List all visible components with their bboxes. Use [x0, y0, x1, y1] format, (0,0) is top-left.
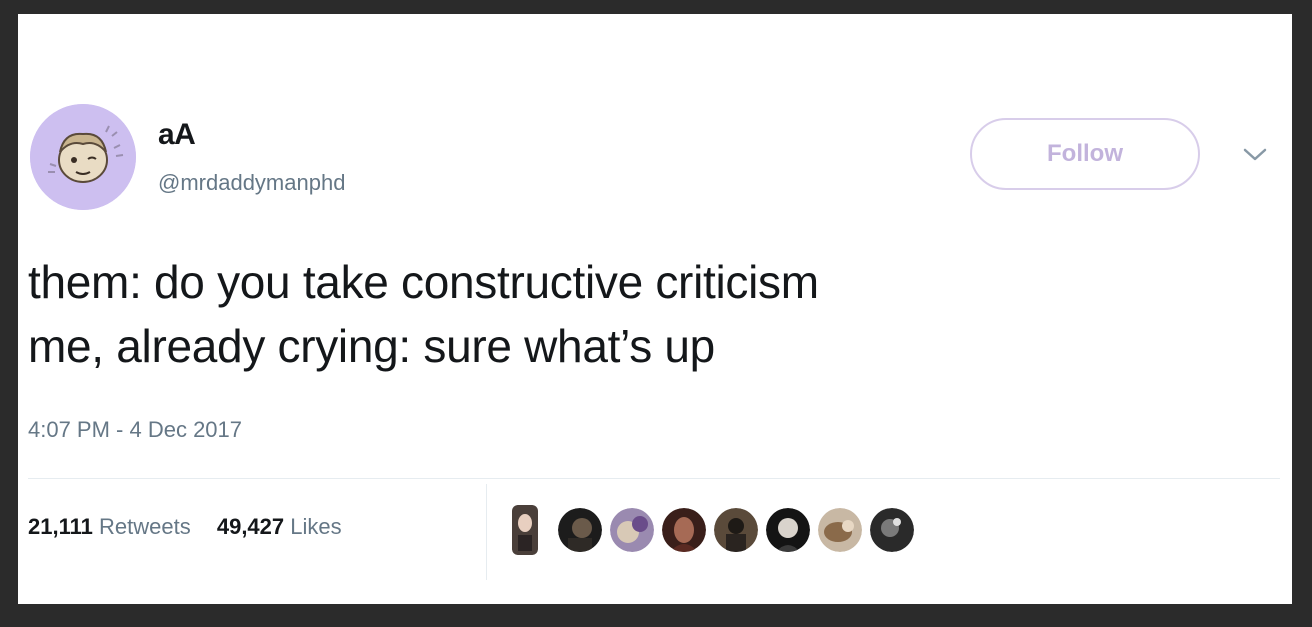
- liker-avatar[interactable]: [610, 508, 654, 552]
- liker-avatar[interactable]: [558, 508, 602, 552]
- stats-divider: [486, 484, 487, 580]
- user-handle[interactable]: @mrdaddymanphd: [158, 170, 345, 196]
- divider: [28, 478, 1280, 479]
- liker-avatar[interactable]: [766, 508, 810, 552]
- retweets-count: 21,111: [28, 514, 93, 539]
- liker-avatar[interactable]: [714, 508, 758, 552]
- liker-avatar[interactable]: [512, 505, 538, 555]
- liker-avatar[interactable]: [870, 508, 914, 552]
- display-name[interactable]: aA: [158, 118, 196, 152]
- avatar[interactable]: [30, 104, 136, 210]
- tweet-stats: 21,111 Retweets 49,427 Likes: [28, 514, 362, 540]
- tweet-text-line: me, already crying: sure what’s up: [28, 320, 715, 372]
- tweet-timestamp[interactable]: 4:07 PM - 4 Dec 2017: [28, 417, 242, 443]
- liker-avatars: [512, 504, 922, 556]
- likes-stat[interactable]: 49,427 Likes: [217, 514, 342, 540]
- follow-button[interactable]: Follow: [970, 118, 1200, 190]
- tweet-text-line: them: do you take constructive criticism: [28, 256, 819, 308]
- avatar-illustration: [30, 104, 136, 210]
- tweet-card: aA @mrdaddymanphd Follow them: do you ta…: [18, 14, 1292, 604]
- retweets-stat[interactable]: 21,111 Retweets: [28, 514, 191, 540]
- chevron-down-icon[interactable]: [1242, 144, 1268, 164]
- tweet-text: them: do you take constructive criticism…: [28, 250, 1268, 378]
- liker-avatar[interactable]: [662, 508, 706, 552]
- liker-avatar[interactable]: [818, 508, 862, 552]
- retweets-label: Retweets: [99, 514, 191, 539]
- likes-count: 49,427: [216, 514, 285, 539]
- likes-label: Likes: [290, 514, 342, 539]
